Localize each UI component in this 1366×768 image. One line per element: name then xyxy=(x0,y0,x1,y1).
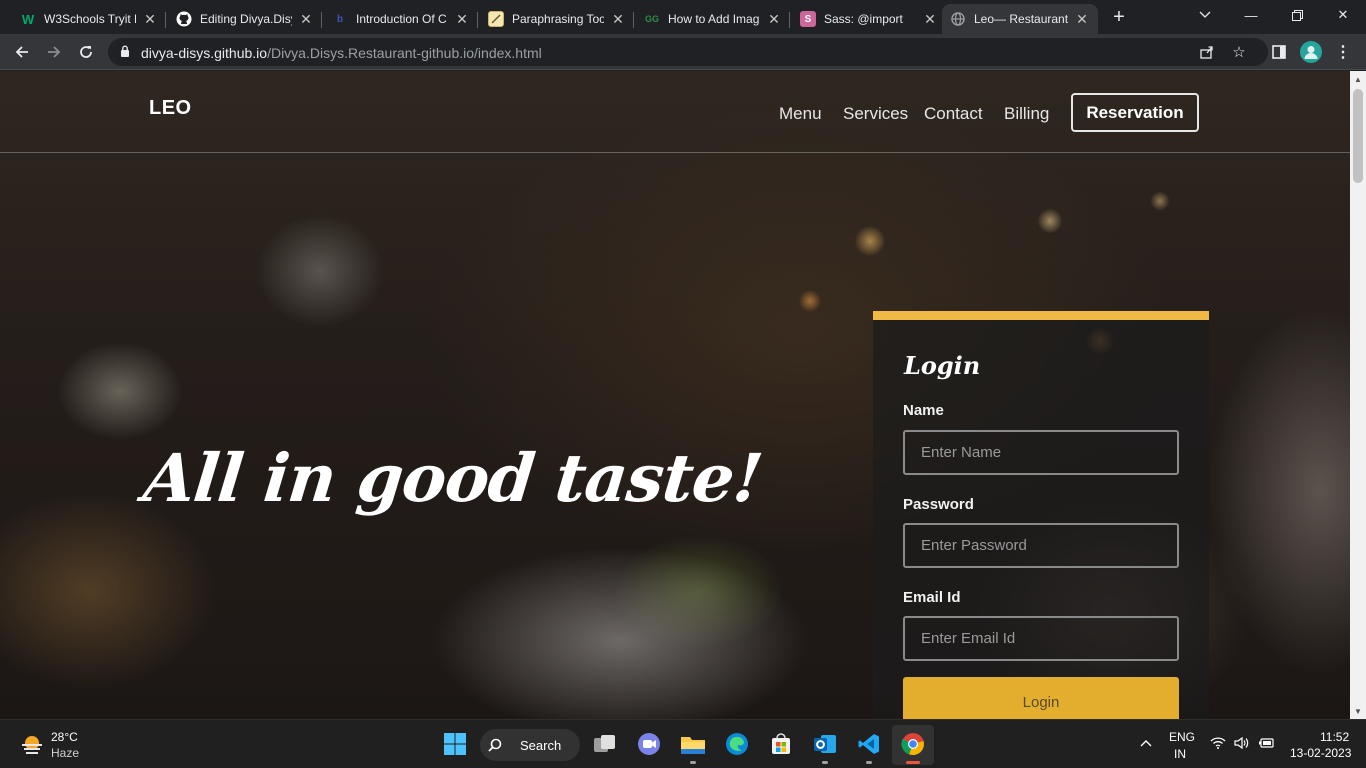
tab-title: Sass: @import xyxy=(824,12,903,26)
minimize-icon[interactable]: — xyxy=(1228,0,1274,30)
browser-tab-strip: W W3Schools Tryit E ✕ Editing Divya.Disy… xyxy=(0,0,1366,34)
wifi-icon[interactable] xyxy=(1210,737,1226,752)
restore-icon[interactable] xyxy=(1274,0,1320,30)
nav-menu-link[interactable]: Menu xyxy=(779,104,822,124)
close-icon[interactable]: ✕ xyxy=(922,11,938,28)
language-indicator[interactable]: ENG IN xyxy=(1169,730,1195,761)
hero-heading: All in good taste! xyxy=(139,439,766,517)
gfg-icon: GG xyxy=(644,14,659,24)
close-icon[interactable]: ✕ xyxy=(610,11,626,28)
page-scrollbar[interactable]: ▲ ▼ xyxy=(1350,71,1366,719)
tab-w3schools[interactable]: W W3Schools Tryit E ✕ xyxy=(12,4,166,34)
task-view-icon[interactable] xyxy=(592,731,618,757)
email-label: Email Id xyxy=(903,589,961,606)
tab-search-icon[interactable] xyxy=(1182,0,1228,30)
browser-toolbar: divya-disys.github.io/Divya.Disys.Restau… xyxy=(0,34,1366,70)
running-indicator xyxy=(866,761,872,764)
tab-sass[interactable]: S Sass: @import ✕ xyxy=(792,4,946,34)
tab-title: W3Schools Tryit E xyxy=(44,12,136,26)
tab-title: Leo— Restaurant xyxy=(974,12,1068,26)
tab-leo-restaurant[interactable]: Leo— Restaurant ✕ xyxy=(942,4,1098,34)
chrome-icon[interactable] xyxy=(900,731,926,757)
weather-temperature: 28°C xyxy=(51,730,78,744)
password-input[interactable] xyxy=(903,523,1179,568)
site-header: LEO Menu Services Contact Billing Reserv… xyxy=(0,71,1350,153)
scroll-down-arrow-icon[interactable]: ▼ xyxy=(1354,707,1362,716)
nav-services-link[interactable]: Services xyxy=(843,104,908,124)
battery-icon[interactable] xyxy=(1258,737,1274,752)
url-host: divya-disys.github.io xyxy=(141,45,268,61)
file-explorer-icon[interactable] xyxy=(680,731,706,757)
w3schools-icon: W xyxy=(21,11,35,27)
volume-icon[interactable] xyxy=(1234,736,1250,752)
tab-paraphrasing[interactable]: Paraphrasing Too ✕ xyxy=(480,4,634,34)
scrollbar-thumb[interactable] xyxy=(1353,89,1363,183)
globe-icon xyxy=(950,11,966,27)
language-code: ENG xyxy=(1169,730,1196,744)
name-input[interactable] xyxy=(903,430,1179,475)
active-indicator xyxy=(906,761,920,764)
login-title: Login xyxy=(904,351,981,380)
store-icon[interactable] xyxy=(768,731,794,757)
sass-icon: S xyxy=(800,11,816,27)
weather-description: Haze xyxy=(51,746,80,760)
close-window-icon[interactable]: ✕ xyxy=(1320,0,1366,30)
close-icon[interactable]: ✕ xyxy=(142,11,158,28)
forward-arrow-icon[interactable] xyxy=(42,40,66,64)
tab-how-to-add[interactable]: GG How to Add Imag ✕ xyxy=(636,4,790,34)
bookmark-star-icon[interactable]: ☆ xyxy=(1230,43,1248,61)
lock-icon[interactable] xyxy=(120,45,130,57)
search-icon xyxy=(488,738,502,752)
tab-github[interactable]: Editing Divya.Disy ✕ xyxy=(168,4,322,34)
search-label: Search xyxy=(520,737,562,753)
new-tab-button[interactable]: + xyxy=(1108,6,1130,28)
site-logo[interactable]: LEO xyxy=(149,97,192,120)
password-label: Password xyxy=(903,496,974,513)
back-arrow-icon[interactable] xyxy=(10,40,34,64)
haze-weather-icon[interactable] xyxy=(20,733,44,757)
tab-title: Introduction Of C xyxy=(356,12,447,26)
windows-start-icon[interactable] xyxy=(442,731,468,757)
reload-icon[interactable] xyxy=(74,40,98,64)
clock-time[interactable]: 11:52 xyxy=(1320,730,1349,744)
login-form: Login Name Password Email Id Login xyxy=(873,311,1209,719)
tab-title: Paraphrasing Too xyxy=(512,12,604,26)
scroll-up-arrow-icon[interactable]: ▲ xyxy=(1354,75,1362,84)
profile-avatar[interactable] xyxy=(1300,41,1322,63)
tab-introduction[interactable]: b Introduction Of C ✕ xyxy=(324,4,478,34)
running-indicator xyxy=(822,761,828,764)
name-label: Name xyxy=(903,402,944,419)
close-icon[interactable]: ✕ xyxy=(1074,11,1090,28)
vscode-icon[interactable] xyxy=(856,731,882,757)
reservation-button[interactable]: Reservation xyxy=(1071,93,1199,132)
nav-contact-link[interactable]: Contact xyxy=(924,104,983,124)
windows-taskbar: 28°C Haze Search ENG IN 11:52 13-02-2023 xyxy=(0,719,1366,768)
share-icon[interactable] xyxy=(1198,43,1216,61)
github-icon xyxy=(176,11,192,27)
menu-kebab-icon[interactable]: ⋮ xyxy=(1332,41,1354,63)
nav-billing-link[interactable]: Billing xyxy=(1004,104,1049,124)
url-text: divya-disys.github.io/Divya.Disys.Restau… xyxy=(141,45,542,61)
chevron-up-icon[interactable] xyxy=(1140,736,1152,750)
running-indicator xyxy=(690,761,696,764)
region-code: IN xyxy=(1174,747,1186,761)
close-icon[interactable]: ✕ xyxy=(454,11,470,28)
site-icon: b xyxy=(336,13,344,25)
side-panel-icon[interactable] xyxy=(1268,41,1290,63)
tab-title: How to Add Imag xyxy=(668,12,760,26)
edge-icon[interactable] xyxy=(724,731,750,757)
tab-title: Editing Divya.Disy xyxy=(200,12,292,26)
close-icon[interactable]: ✕ xyxy=(298,11,314,28)
address-bar[interactable]: divya-disys.github.io/Divya.Disys.Restau… xyxy=(108,38,1268,66)
teams-icon[interactable] xyxy=(636,731,662,757)
clock-date[interactable]: 13-02-2023 xyxy=(1290,746,1351,760)
login-button[interactable]: Login xyxy=(903,677,1179,719)
outlook-icon[interactable] xyxy=(812,731,838,757)
close-icon[interactable]: ✕ xyxy=(766,11,782,28)
quill-icon xyxy=(488,11,504,27)
page-viewport: LEO Menu Services Contact Billing Reserv… xyxy=(0,71,1350,719)
email-input[interactable] xyxy=(903,616,1179,661)
taskbar-search[interactable]: Search xyxy=(480,729,580,761)
url-path: /Divya.Disys.Restaurant-github.io/index.… xyxy=(267,45,542,61)
